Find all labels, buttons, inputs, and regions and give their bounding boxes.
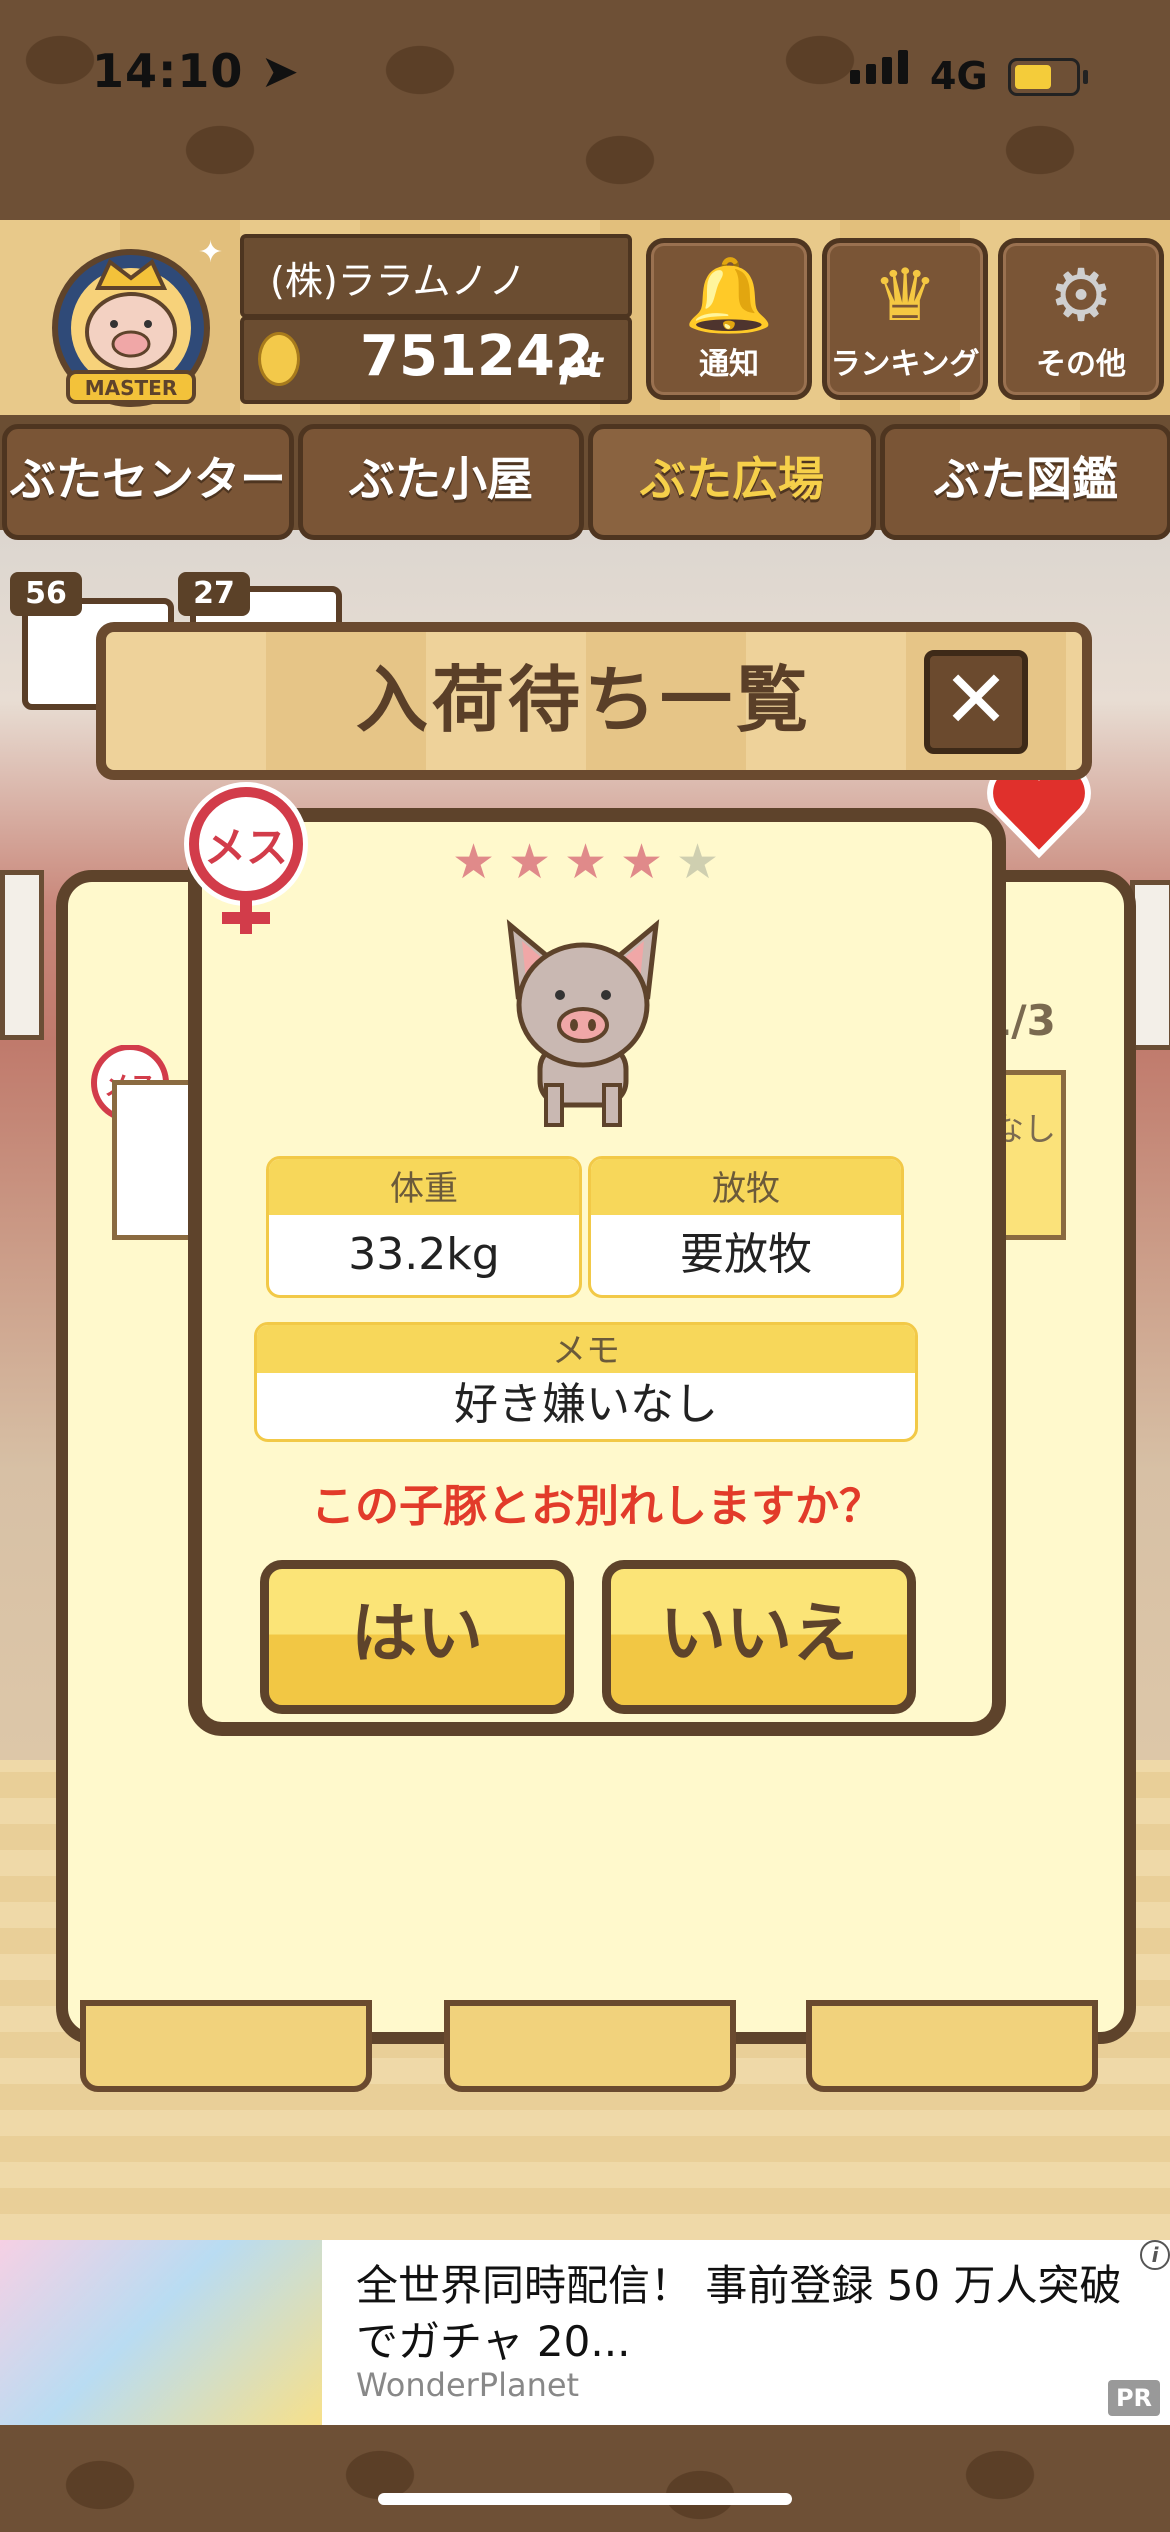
no-button[interactable]: いいえ <box>602 1560 916 1714</box>
tab-buta-plaza[interactable]: ぶた広場 <box>588 424 876 540</box>
ad-image[interactable] <box>0 2240 322 2425</box>
crown-icon: ♛ <box>872 253 938 337</box>
svg-text:✦: ✦ <box>198 235 223 270</box>
tab-buta-encyclopedia[interactable]: ぶた図鑑 <box>880 424 1170 540</box>
weight-label: 体重 <box>269 1159 579 1215</box>
ad-pr-tag: PR <box>1108 2380 1160 2416</box>
yes-button[interactable]: はい <box>260 1560 574 1714</box>
gender-label: メス <box>204 823 288 872</box>
weight-box: 体重 33.2kg <box>266 1156 582 1298</box>
grazing-value: 要放牧 <box>680 1229 812 1280</box>
count-badge: 56 <box>10 572 82 616</box>
battery-icon <box>1008 58 1088 96</box>
ad-source: WonderPlanet <box>356 2366 580 2404</box>
gear-icon: ⚙ <box>1048 253 1114 337</box>
female-icon: メス <box>176 780 316 944</box>
tab-buta-center[interactable]: ぶたセンター <box>2 424 294 540</box>
bottom-tab[interactable] <box>444 2000 736 2092</box>
grazing-box: 放牧 要放牧 <box>588 1156 904 1298</box>
bottom-tab[interactable] <box>806 2000 1098 2092</box>
bell-icon: 🔔 <box>684 253 774 337</box>
top-pattern-background <box>0 0 1170 220</box>
close-button[interactable]: ✕ <box>924 650 1028 754</box>
memo-box: メモ 好き嫌いなし <box>254 1322 918 1442</box>
rating-star-icon: ★ <box>620 834 664 890</box>
rank-label: MASTER <box>85 376 178 400</box>
coin-icon <box>258 332 300 386</box>
memo-label: メモ <box>257 1325 915 1373</box>
close-icon: ✕ <box>942 653 1010 746</box>
farewell-question: この子豚とお別れしますか？ <box>311 1481 883 1532</box>
bottom-tab[interactable] <box>80 2000 372 2092</box>
home-indicator[interactable] <box>378 2493 792 2505</box>
notification-button[interactable]: 🔔 通知 <box>646 238 812 400</box>
weight-value: 33.2kg <box>348 1229 500 1280</box>
ad-info-icon[interactable]: i <box>1140 2240 1170 2270</box>
points-value: 751242 <box>360 324 594 389</box>
other-button[interactable]: ⚙ その他 <box>998 238 1164 400</box>
ranking-button[interactable]: ♛ ランキング <box>822 238 988 400</box>
fence-post <box>1130 880 1170 1050</box>
fence-post <box>0 870 44 1040</box>
cell-signal-icon <box>850 50 914 84</box>
ad-title[interactable]: 全世界同時配信！ 事前登録 50 万人突破でガチャ 20... <box>356 2258 1136 2370</box>
piglet-icon <box>488 905 678 1135</box>
location-arrow-icon: ➤ <box>260 44 300 98</box>
notification-label: 通知 <box>699 347 759 382</box>
memo-value: 好き嫌いなし <box>454 1379 718 1430</box>
rating-star-icon: ★ <box>452 834 496 890</box>
points-unit: pt <box>560 345 603 386</box>
ranking-label: ランキング <box>830 347 980 382</box>
count-badge: 27 <box>178 572 250 616</box>
rating-star-icon: ★ <box>508 834 552 890</box>
rating-star-icon: ★ <box>564 834 608 890</box>
company-name: (株)ララムノノ <box>270 259 527 303</box>
master-rank-badge[interactable]: MASTER ✦ <box>38 232 224 408</box>
rating-star-empty-icon: ★ <box>676 834 720 890</box>
status-time: 14:10 ➤ <box>92 44 300 98</box>
tab-buta-hut[interactable]: ぶた小屋 <box>298 424 584 540</box>
network-type: 4G <box>930 54 988 98</box>
other-label: その他 <box>1036 347 1126 382</box>
bottom-pattern-background <box>0 2425 1170 2532</box>
grazing-label: 放牧 <box>591 1159 901 1215</box>
